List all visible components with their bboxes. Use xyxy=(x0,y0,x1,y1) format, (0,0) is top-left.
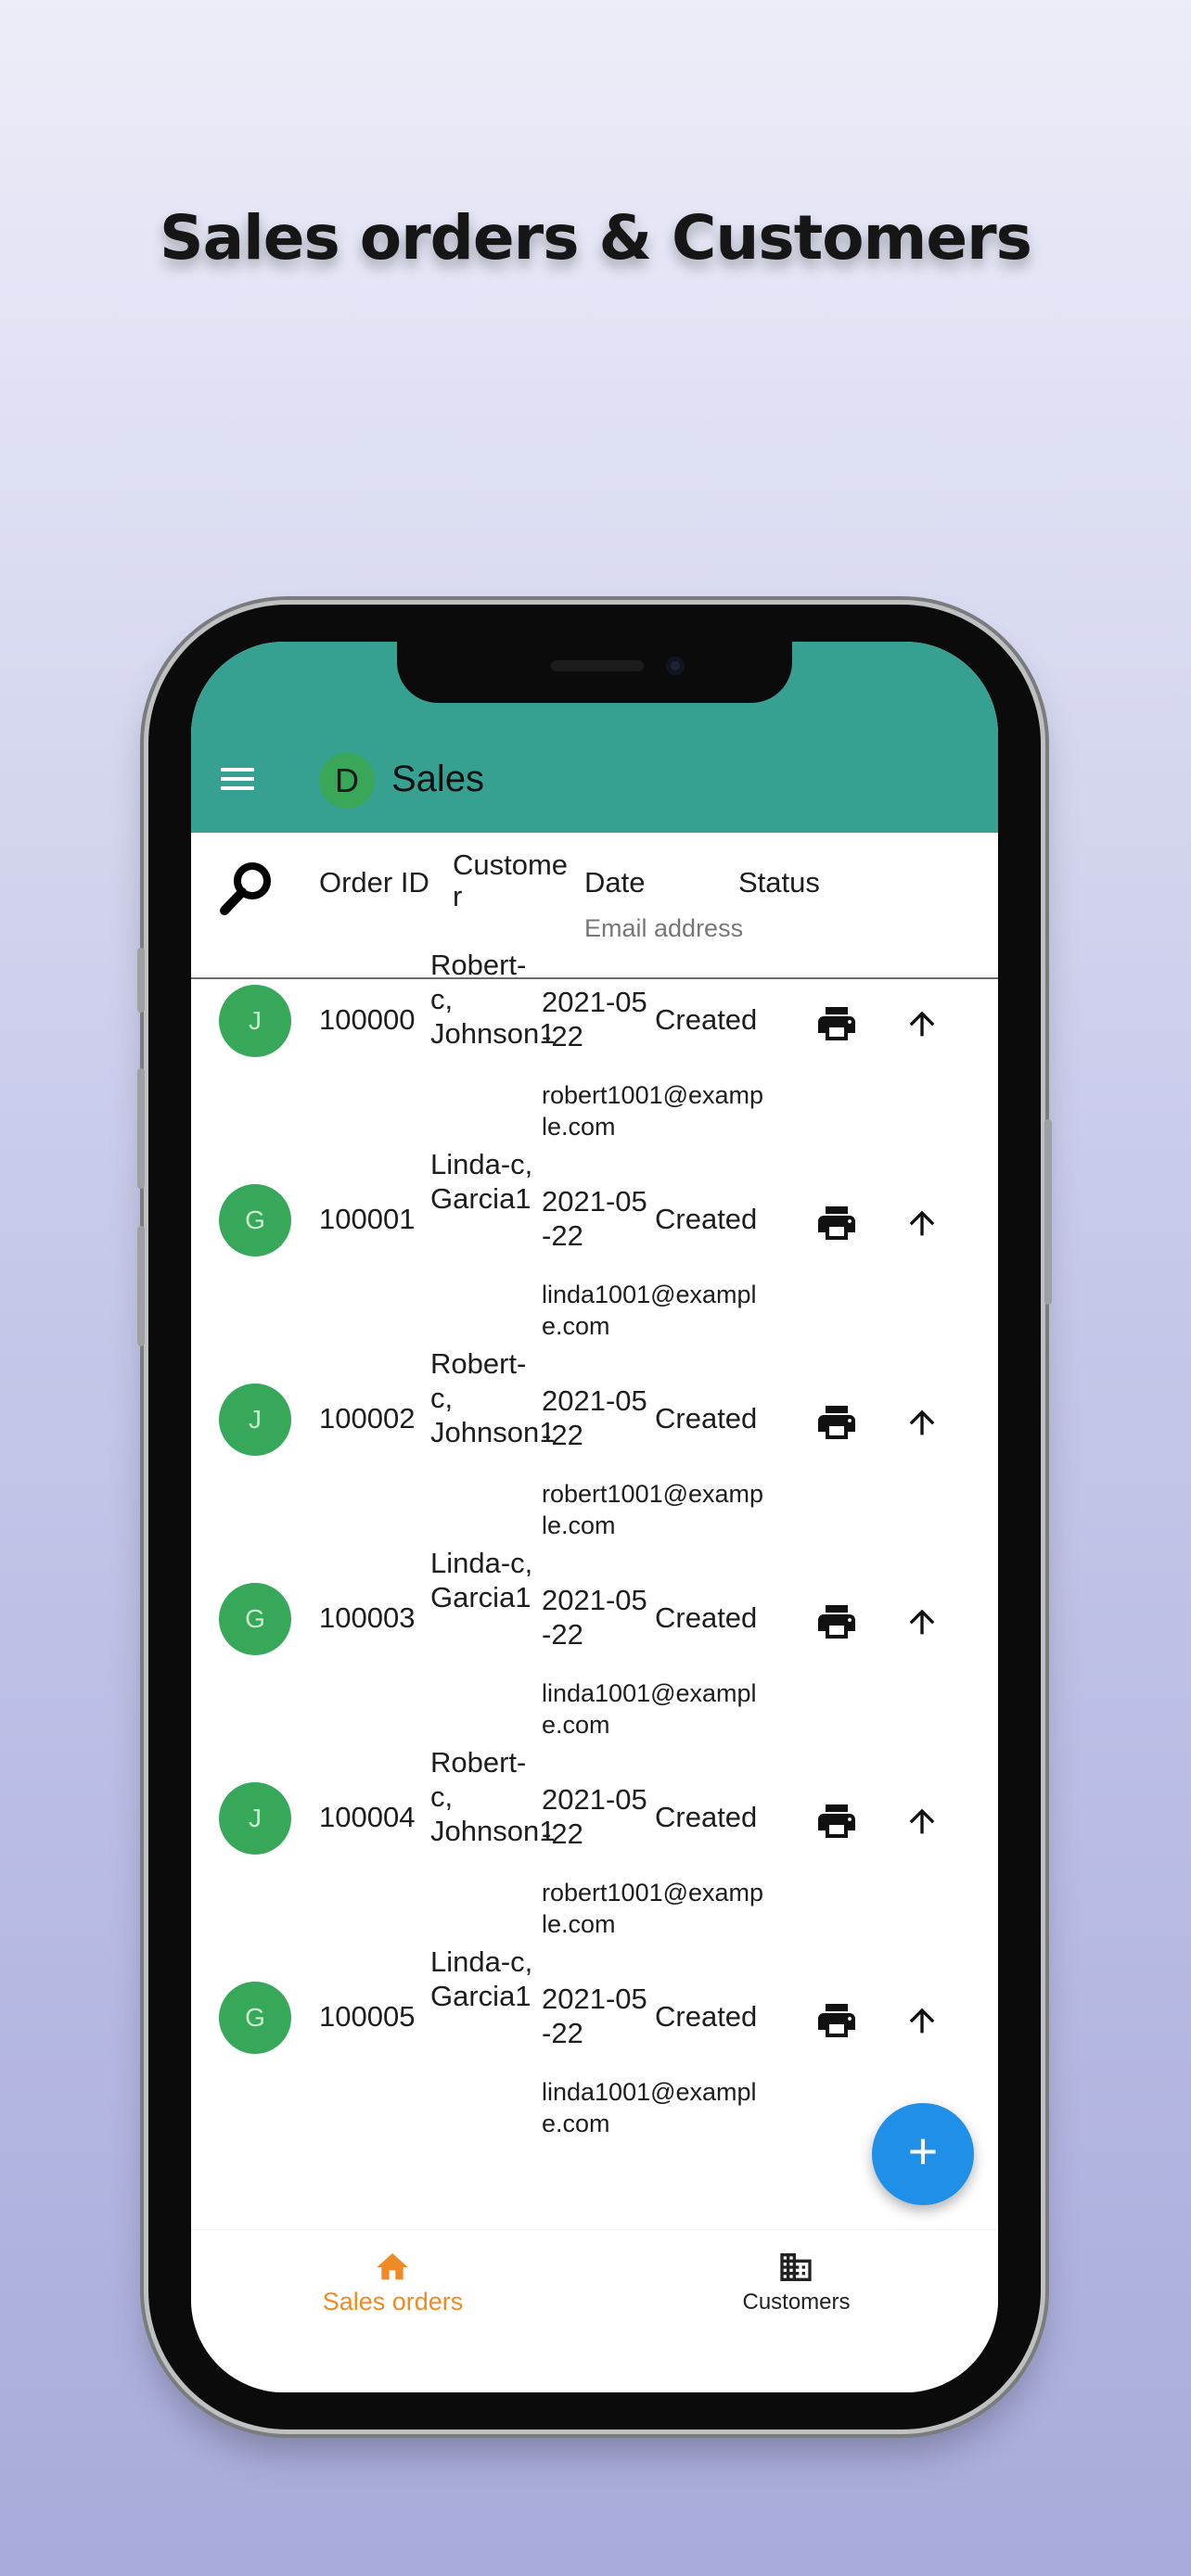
arrow-up-icon[interactable] xyxy=(903,2002,941,2039)
nav-sales-orders-label: Sales orders xyxy=(322,2288,464,2315)
arrow-up-icon[interactable] xyxy=(903,1603,941,1640)
order-id-cell: 100000 xyxy=(319,1003,416,1036)
order-id-cell: 100005 xyxy=(319,2000,416,2033)
phone-volume-down xyxy=(137,1226,145,1346)
arrow-up-icon[interactable] xyxy=(903,1205,941,1242)
table-row[interactable]: G 100001 Linda-c, Garcia1 2021-05-22 Cre… xyxy=(191,1147,998,1345)
table-row[interactable]: J 100000 Robert-c, Johnson1 2021-05-22 C… xyxy=(191,948,998,1146)
email-cell: linda1001@example.com xyxy=(542,1281,757,1340)
customer-avatar: G xyxy=(219,1583,291,1655)
add-order-button[interactable]: + xyxy=(872,2103,974,2205)
date-cell: 2021-05-22 xyxy=(542,1185,647,1252)
header-email[interactable]: Email address xyxy=(584,914,743,943)
home-icon xyxy=(377,2253,408,2280)
app-screen: D Sales Order ID Custome r Date Status E… xyxy=(191,642,998,2392)
customer-cell: Linda-c, Garcia1 xyxy=(430,1547,533,1613)
arrow-up-icon[interactable] xyxy=(903,1404,941,1441)
menu-icon[interactable] xyxy=(219,762,258,796)
date-cell: 2021-05-22 xyxy=(542,1983,647,2049)
front-camera xyxy=(666,657,685,675)
order-id-cell: 100002 xyxy=(319,1402,416,1435)
customer-avatar: J xyxy=(219,985,291,1057)
customer-avatar: G xyxy=(219,1184,291,1256)
date-cell: 2021-05-22 xyxy=(542,1384,647,1451)
header-order-id[interactable]: Order ID xyxy=(319,866,429,899)
customer-avatar: J xyxy=(219,1782,291,1855)
header-status[interactable]: Status xyxy=(738,866,820,899)
nav-customers[interactable]: Customers xyxy=(595,2230,998,2341)
status-cell: Created xyxy=(655,2000,758,2033)
phone-notch xyxy=(397,642,792,703)
status-cell: Created xyxy=(655,1003,758,1036)
speaker-grille xyxy=(551,660,644,671)
customer-cell: Linda-c, Garcia1 xyxy=(430,1148,533,1215)
bottom-navigation: Sales orders Customers xyxy=(191,2229,998,2392)
email-cell: linda1001@example.com xyxy=(542,2078,757,2137)
table-row[interactable]: G 100005 Linda-c, Garcia1 2021-05-22 Cre… xyxy=(191,1945,998,2143)
header-date[interactable]: Date xyxy=(584,866,645,899)
arrow-up-icon[interactable] xyxy=(903,1803,941,1840)
nav-customers-label: Customers xyxy=(742,2289,851,2315)
nav-sales-orders[interactable]: Sales orders xyxy=(191,2230,595,2341)
user-avatar[interactable]: D xyxy=(319,753,375,809)
print-icon[interactable] xyxy=(814,1998,859,2043)
print-icon[interactable] xyxy=(814,1799,859,1843)
email-cell: linda1001@example.com xyxy=(542,1679,757,1739)
app-title: Sales xyxy=(391,759,485,799)
print-icon[interactable] xyxy=(814,1400,859,1445)
email-cell: robert1001@example.com xyxy=(542,1480,764,1539)
status-cell: Created xyxy=(655,1601,758,1634)
status-cell: Created xyxy=(655,1801,758,1833)
arrow-up-icon[interactable] xyxy=(903,1005,941,1042)
header-customer[interactable]: Custome r xyxy=(453,849,583,912)
date-cell: 2021-05-22 xyxy=(542,1584,647,1651)
status-cell: Created xyxy=(655,1402,758,1435)
promo-title: Sales orders & Customers xyxy=(160,202,1032,274)
status-cell: Created xyxy=(655,1203,758,1235)
customer-avatar: G xyxy=(219,1982,291,2054)
customer-cell: Robert-c, Johnson1 xyxy=(430,1347,556,1448)
customer-avatar: J xyxy=(219,1384,291,1456)
order-id-cell: 100003 xyxy=(319,1601,416,1634)
customer-cell: Linda-c, Garcia1 xyxy=(430,1945,533,2012)
date-cell: 2021-05-22 xyxy=(542,986,647,1052)
print-icon[interactable] xyxy=(814,1600,859,1644)
business-icon xyxy=(780,2253,812,2281)
print-icon[interactable] xyxy=(814,1201,859,1245)
table-row[interactable]: J 100002 Robert-c, Johnson1 2021-05-22 C… xyxy=(191,1346,998,1545)
phone-frame: D Sales Order ID Custome r Date Status E… xyxy=(137,605,1052,2429)
search-icon[interactable] xyxy=(217,859,276,918)
email-cell: robert1001@example.com xyxy=(542,1879,764,1938)
phone-silent-switch xyxy=(137,948,145,1013)
phone-volume-up xyxy=(137,1068,145,1189)
date-cell: 2021-05-22 xyxy=(542,1783,647,1850)
order-id-cell: 100004 xyxy=(319,1801,416,1833)
customer-cell: Robert-c, Johnson1 xyxy=(430,949,556,1050)
table-row[interactable]: J 100004 Robert-c, Johnson1 2021-05-22 C… xyxy=(191,1745,998,1944)
customer-cell: Robert-c, Johnson1 xyxy=(430,1746,556,1847)
email-cell: robert1001@example.com xyxy=(542,1081,764,1141)
table-row[interactable]: G 100003 Linda-c, Garcia1 2021-05-22 Cre… xyxy=(191,1546,998,1744)
order-id-cell: 100001 xyxy=(319,1203,416,1235)
print-icon[interactable] xyxy=(814,1001,859,1046)
phone-power-button xyxy=(1044,1119,1052,1305)
